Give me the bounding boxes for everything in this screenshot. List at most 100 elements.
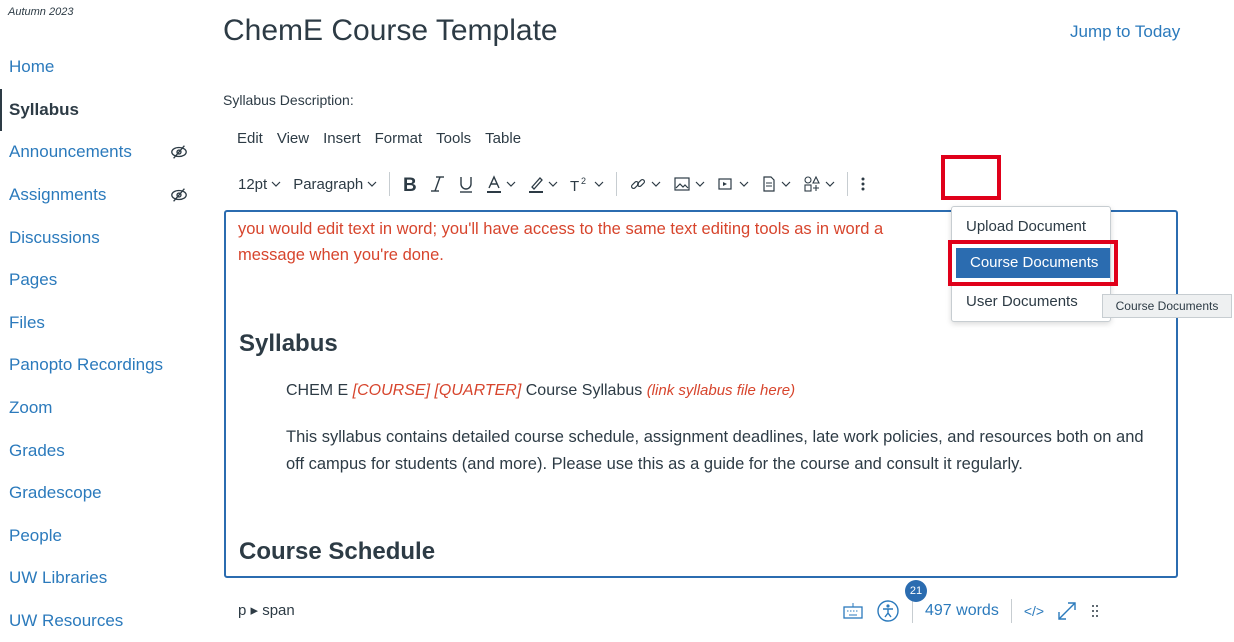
- sidebar-item-gradescope[interactable]: Gradescope: [0, 472, 200, 515]
- editor-menubar: Edit View Insert Format Tools Table: [237, 130, 521, 147]
- sidebar-item-label: People: [9, 525, 62, 545]
- font-size-select[interactable]: 12pt: [232, 169, 287, 199]
- chevron-down-icon: [506, 181, 516, 187]
- image-icon: [674, 177, 690, 191]
- chevron-down-icon: [739, 181, 749, 187]
- svg-text:T: T: [570, 178, 579, 193]
- course-schedule-heading: Course Schedule: [239, 538, 436, 565]
- sidebar-item-label: UW Libraries: [9, 568, 108, 588]
- svg-text:2: 2: [581, 176, 586, 186]
- text-color-button[interactable]: [480, 169, 522, 199]
- html-editor-toggle[interactable]: </>: [1024, 603, 1044, 619]
- highlighter-icon: [529, 177, 544, 193]
- syllabus-paragraph: This syllabus contains detailed course s…: [286, 428, 1144, 473]
- sidebar-item-label: Syllabus: [9, 99, 79, 119]
- menu-insert[interactable]: Insert: [323, 130, 361, 147]
- syllabus-line: CHEM E [COURSE] [QUARTER] Course Syllabu…: [286, 382, 795, 400]
- editor-statusbar: 497 words </>: [842, 596, 1100, 626]
- superscript-button[interactable]: T2: [564, 169, 610, 199]
- link-button[interactable]: [623, 169, 667, 199]
- link-icon: [631, 178, 646, 190]
- bold-button[interactable]: B: [396, 169, 424, 199]
- sidebar-item-home[interactable]: Home: [0, 46, 200, 89]
- chevron-down-icon: [651, 181, 661, 187]
- resize-handle-icon[interactable]: [1090, 602, 1100, 620]
- sidebar-item-label: Discussions: [9, 227, 100, 247]
- underline-icon: [460, 177, 473, 193]
- menu-table[interactable]: Table: [485, 130, 521, 147]
- element-path[interactable]: p ▸ span: [238, 601, 295, 619]
- sidebar-item-files[interactable]: Files: [0, 302, 200, 345]
- syllabus-link-placeholder: (link syllabus file here): [646, 382, 796, 399]
- menu-edit[interactable]: Edit: [237, 130, 263, 147]
- sidebar-item-uw-resources[interactable]: UW Resources: [0, 600, 200, 642]
- sidebar-item-label: Zoom: [9, 398, 53, 418]
- sidebar-item-label: Files: [9, 312, 45, 332]
- syllabus-description-label: Syllabus Description:: [223, 92, 354, 108]
- menu-item-course-documents[interactable]: Course Documents: [956, 248, 1110, 278]
- eye-slash-icon: [171, 188, 187, 202]
- course-placeholder: [COURSE] [QUARTER]: [352, 382, 522, 399]
- chevron-down-icon: [825, 181, 835, 187]
- menu-tools[interactable]: Tools: [436, 130, 471, 147]
- word-count[interactable]: 497 words: [925, 602, 999, 620]
- menu-item-user-documents[interactable]: User Documents: [952, 287, 1110, 317]
- italic-button[interactable]: [424, 169, 452, 199]
- sidebar-item-syllabus[interactable]: Syllabus: [0, 88, 200, 132]
- media-button[interactable]: [711, 169, 755, 199]
- chevron-down-icon: [367, 181, 377, 187]
- superscript-icon: T2: [570, 176, 586, 193]
- media-icon: [718, 178, 732, 190]
- menu-view[interactable]: View: [277, 130, 309, 147]
- document-icon: [763, 176, 775, 192]
- sidebar-item-label: Pages: [9, 270, 58, 290]
- apps-button[interactable]: [797, 169, 841, 199]
- accessibility-icon[interactable]: [876, 599, 900, 623]
- course-syllabus-text: Course Syllabus: [521, 382, 647, 399]
- toolbar-separator: [616, 172, 618, 196]
- chevron-down-icon: [594, 181, 604, 187]
- apps-icon: [804, 175, 821, 192]
- keyboard-icon[interactable]: [842, 602, 864, 620]
- a11y-issue-count-badge: 21: [905, 580, 927, 602]
- term-label: Autumn 2023: [8, 6, 74, 18]
- bold-icon: B: [403, 175, 417, 193]
- status-separator: [912, 599, 913, 623]
- status-separator: [1010, 599, 1012, 623]
- sidebar-item-grades[interactable]: Grades: [0, 429, 200, 472]
- block-format-value: Paragraph: [293, 175, 364, 193]
- underline-button[interactable]: [452, 169, 480, 199]
- image-button[interactable]: [667, 169, 711, 199]
- sidebar-item-uw-libraries[interactable]: UW Libraries: [0, 557, 200, 600]
- toolbar-separator: [847, 172, 849, 196]
- chevron-down-icon: [695, 181, 705, 187]
- toolbar-separator: [389, 172, 391, 196]
- menu-format[interactable]: Format: [375, 130, 423, 147]
- sidebar-item-pages[interactable]: Pages: [0, 259, 200, 302]
- document-button[interactable]: [755, 169, 797, 199]
- sidebar-item-discussions[interactable]: Discussions: [0, 216, 200, 259]
- jump-to-today-link[interactable]: Jump to Today: [1070, 22, 1180, 42]
- sidebar-item-announcements[interactable]: Announcements: [0, 131, 200, 174]
- sidebar-item-assignments[interactable]: Assignments: [0, 174, 200, 217]
- font-size-value: 12pt: [238, 175, 268, 193]
- sidebar-item-panopto[interactable]: Panopto Recordings: [0, 344, 200, 387]
- sidebar-item-label: Home: [9, 57, 55, 77]
- sidebar-item-label: Announcements: [9, 142, 132, 162]
- menu-item-upload-document[interactable]: Upload Document: [952, 212, 1110, 242]
- more-vertical-icon: [861, 177, 865, 191]
- page-title: ChemE Course Template: [223, 14, 558, 47]
- course-prefix: CHEM E: [286, 382, 353, 399]
- fullscreen-icon[interactable]: [1056, 600, 1078, 622]
- block-format-select[interactable]: Paragraph: [287, 169, 383, 199]
- sidebar-item-label: Gradescope: [9, 483, 102, 503]
- more-button[interactable]: [854, 169, 872, 199]
- course-nav: Home Syllabus Announcements Assignments …: [0, 46, 200, 642]
- sidebar-item-zoom[interactable]: Zoom: [0, 387, 200, 430]
- sidebar-item-people[interactable]: People: [0, 515, 200, 558]
- chevron-down-icon: [548, 181, 558, 187]
- sidebar-item-label: Grades: [9, 440, 65, 460]
- highlight-color-button[interactable]: [522, 169, 564, 199]
- syllabus-heading: Syllabus: [239, 330, 338, 357]
- eye-slash-icon: [171, 145, 187, 160]
